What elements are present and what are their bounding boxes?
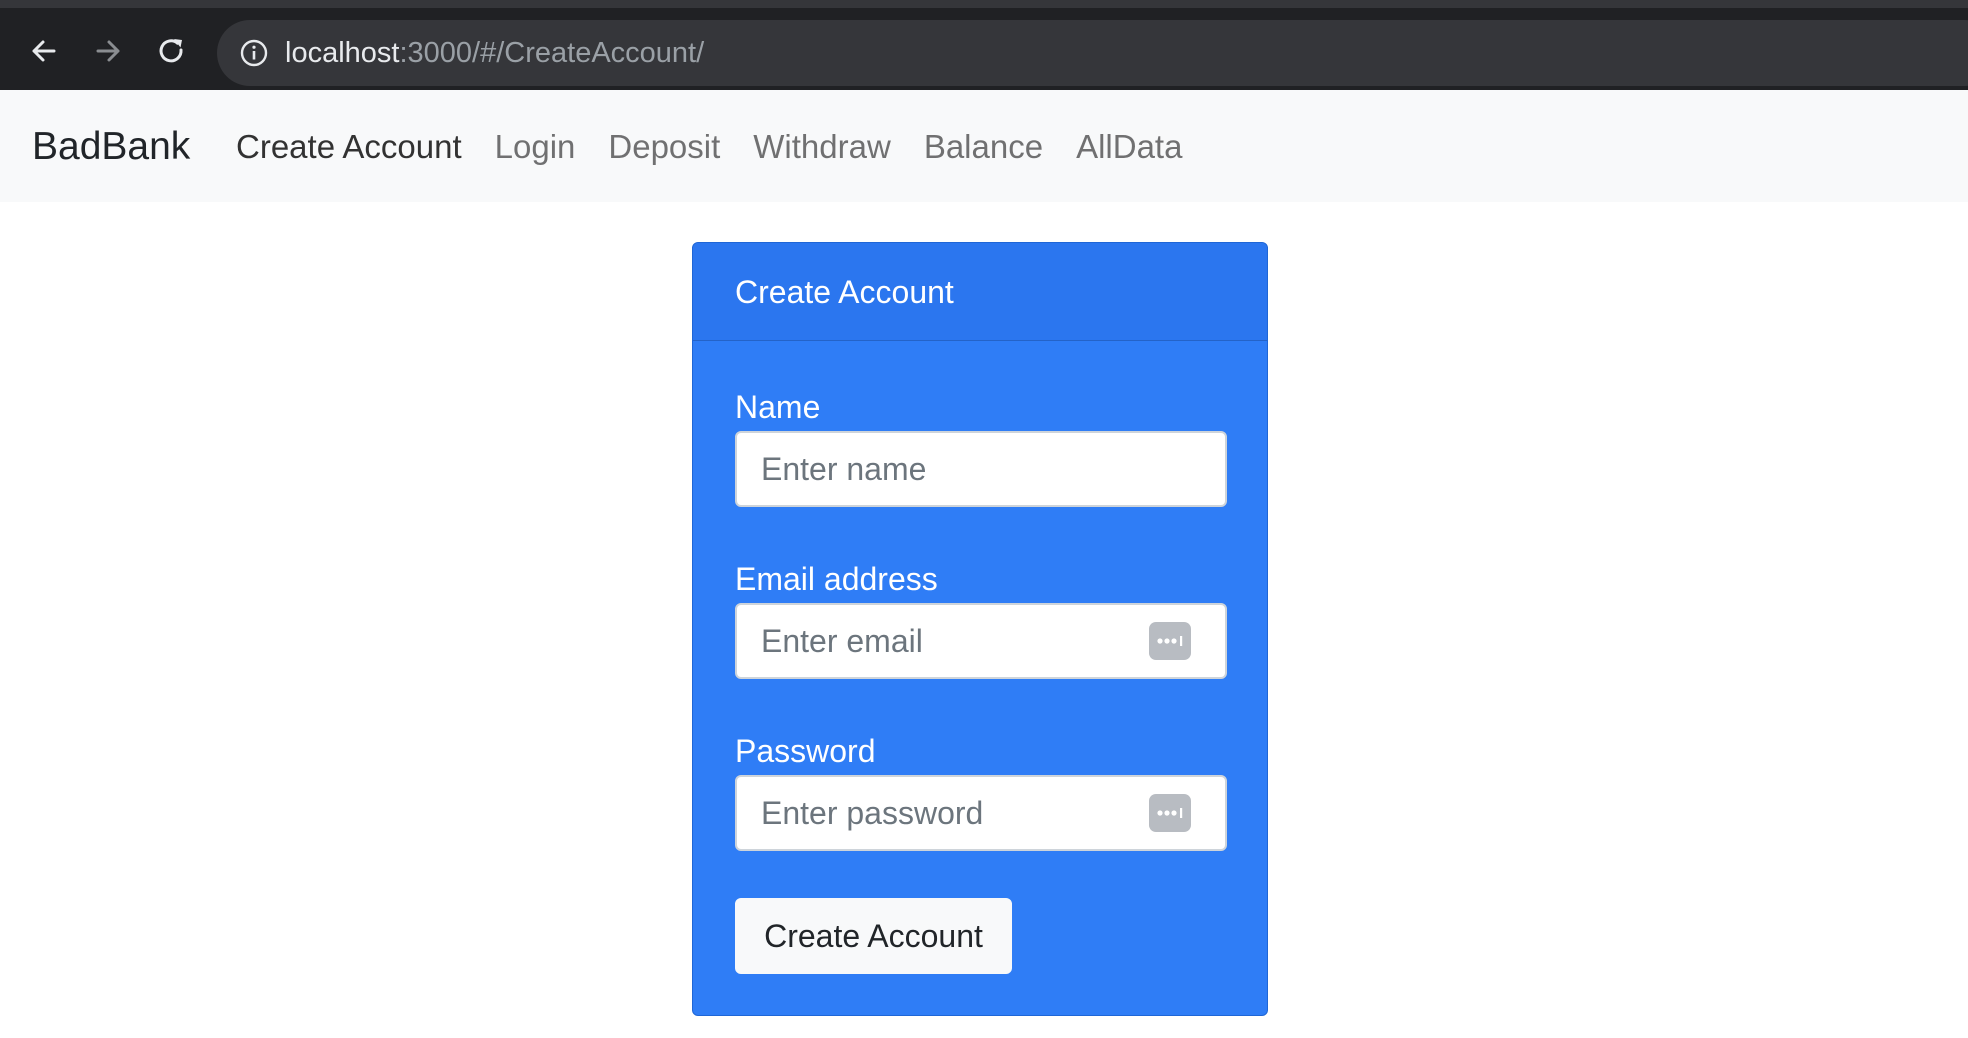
name-label: Name [735,389,821,425]
password-manager-icon[interactable] [1149,622,1191,660]
nav-link-alldata[interactable]: AllData [1076,126,1182,168]
nav-link-create-account[interactable]: Create Account [236,126,462,168]
navbar: BadBank Create Account Login Deposit Wit… [0,90,1968,202]
card-title: Create Account [735,274,954,310]
forward-arrow-icon [96,40,120,62]
nav-link-deposit[interactable]: Deposit [608,126,720,168]
dots-icon [1157,636,1183,646]
email-label: Email address [735,561,938,597]
back-arrow-icon [32,40,56,62]
create-account-button[interactable]: Create Account [735,898,1012,974]
brand-link[interactable]: BadBank [32,124,190,170]
card-header: Create Account [693,243,1267,341]
nav-link-balance[interactable]: Balance [924,126,1043,168]
name-input[interactable] [735,431,1227,507]
password-label: Password [735,733,876,769]
browser-toolbar: localhost:3000/#/CreateAccount/ [0,0,1968,90]
dots-icon [1157,808,1183,818]
nav-link-withdraw[interactable]: Withdraw [753,126,891,168]
info-icon[interactable] [239,38,269,68]
nav-link-login[interactable]: Login [495,126,576,168]
url-host: localhost [285,37,400,69]
url-text: localhost:3000/#/CreateAccount/ [285,35,704,71]
create-account-card: Create Account Name Email address Passwo… [692,242,1268,1016]
password-manager-icon[interactable] [1149,794,1191,832]
back-button[interactable] [19,26,69,76]
address-bar[interactable]: localhost:3000/#/CreateAccount/ [217,20,1968,86]
forward-button[interactable] [83,26,133,76]
reload-icon [159,39,183,63]
url-path: :3000/#/CreateAccount/ [399,37,705,69]
nav-links: Create Account Login Deposit Withdraw Ba… [236,126,1215,168]
reload-button[interactable] [147,26,197,76]
